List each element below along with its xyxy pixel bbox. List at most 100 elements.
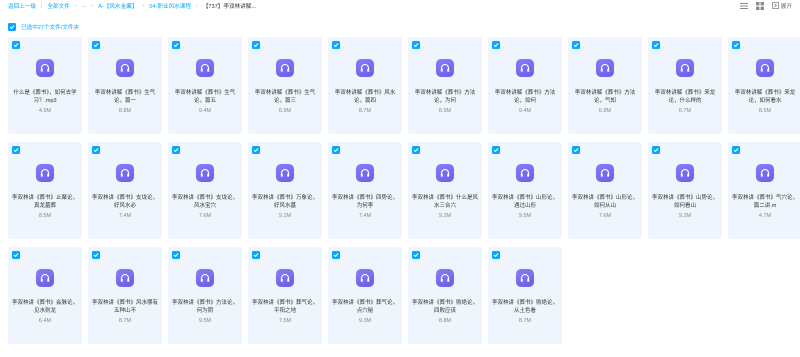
file-name: 李双林讲《葬书》葬气论，点穴秘 <box>332 300 398 314</box>
file-checkbox[interactable] <box>12 146 20 154</box>
file-card[interactable]: 李双林讲《葬书》葬气论，平阳之地 7.5M <box>248 247 322 344</box>
file-checkbox[interactable] <box>412 251 420 259</box>
file-checkbox[interactable] <box>92 146 100 154</box>
file-checkbox[interactable] <box>652 41 660 49</box>
list-view-icon[interactable] <box>739 2 748 10</box>
breadcrumb-level1[interactable]: A-【风水金囊】 <box>98 2 137 10</box>
file-card[interactable]: 李双林讲解《葬书》来龙论，如何看水 8.5M <box>728 37 800 134</box>
file-card[interactable]: 李双林讲解《葬书》方法论，如何 9.4M <box>488 37 562 134</box>
file-size: 8.5M <box>758 108 772 114</box>
file-size: 8.7M <box>518 318 532 324</box>
file-checkbox[interactable] <box>572 41 580 49</box>
file-card[interactable]: 李双林讲《葬书》支垅论，风水宝穴 7.6M <box>168 142 242 239</box>
headphones-icon <box>436 164 454 182</box>
headphones-icon <box>36 59 54 77</box>
file-grid: 什么是《葬书》，如何去学习？.mp3 4.9M 李双林讲解《葬书》生气论，篇一 8.8… <box>8 37 800 357</box>
file-card[interactable]: 李双林讲《葬书》败绝论，四败应该 8.8M <box>408 247 482 344</box>
file-checkbox[interactable] <box>332 251 340 259</box>
file-checkbox[interactable] <box>652 146 660 154</box>
headphones-icon <box>596 164 614 182</box>
breadcrumb-separator: › <box>142 3 145 9</box>
file-card[interactable]: 李双林讲解《葬书》生气论，篇五 9.4M <box>168 37 242 134</box>
file-card[interactable]: 李双林讲解《葬书》来龙论，什么样的 6.7M <box>648 37 722 134</box>
file-checkbox[interactable] <box>732 41 740 49</box>
headphones-icon <box>196 269 214 287</box>
file-card[interactable]: 李双林讲《葬书》山形论，遇过山形 9.5M <box>488 142 562 239</box>
file-name: 李双林讲解《葬书》生气论，篇三 <box>254 90 316 104</box>
file-name: 李双林讲《葬书》四势论，为何李 <box>332 195 398 209</box>
file-card[interactable]: 李双林讲《葬书》止聚论，真龙墓葬 8.5M <box>8 142 82 239</box>
file-card[interactable]: 李双林讲《葬书》风水哪有五种山不 8.7M <box>88 247 162 344</box>
file-card[interactable]: 李双林讲《葬书》败绝论，从土色看 8.7M <box>488 247 562 344</box>
headphones-icon <box>116 164 134 182</box>
file-checkbox[interactable] <box>92 251 100 259</box>
file-card[interactable]: 李双林讲解《葬书》风水论，篇四 8.7M <box>328 37 402 134</box>
file-checkbox[interactable] <box>172 146 180 154</box>
file-name: 李双林讲《葬书》山形论，如何从山 <box>572 195 638 209</box>
breadcrumb-all-files[interactable]: 全部文件 <box>47 2 69 10</box>
file-card[interactable]: 李双林讲解《葬书》生气论，篇一 8.8M <box>88 37 162 134</box>
file-checkbox[interactable] <box>732 146 740 154</box>
file-size: 8.8M <box>118 108 132 114</box>
headphones-icon <box>596 59 614 77</box>
file-checkbox[interactable] <box>92 41 100 49</box>
selection-bar: 已选中27个文件/文件夹 <box>8 23 79 31</box>
view-tools: 展开 <box>739 0 792 12</box>
headphones-icon <box>356 164 374 182</box>
file-card[interactable]: 李双林讲《葬书》山形论，如何从山 7.6M <box>568 142 642 239</box>
file-name: 李双林讲《葬书》败绝论，四败应该 <box>412 300 478 314</box>
file-checkbox[interactable] <box>492 41 500 49</box>
file-checkbox[interactable] <box>332 41 340 49</box>
file-size: 8.9M <box>438 108 452 114</box>
breadcrumb-current: 【737】李双林讲解... <box>202 4 256 10</box>
grid-view-icon[interactable] <box>755 2 764 10</box>
headphones-icon <box>276 269 294 287</box>
file-card[interactable]: 李双林讲《葬书》气穴论，篇二讲.m 4.7M <box>728 142 800 239</box>
file-name: 李双林讲《葬书》葬气论，平阳之地 <box>252 300 318 314</box>
file-checkbox[interactable] <box>252 251 260 259</box>
file-checkbox[interactable] <box>172 251 180 259</box>
file-card[interactable]: 李双林讲《葬书》四势论，为何李 7.4M <box>328 142 402 239</box>
file-card[interactable]: 什么是《葬书》，如何去学习？.mp3 4.9M <box>8 37 82 134</box>
breadcrumb-ellipsis[interactable]: ... <box>82 3 87 9</box>
file-checkbox[interactable] <box>412 41 420 49</box>
file-name: 李双林讲《葬书》方法论，何为阴 <box>172 300 238 314</box>
expand-button[interactable]: 展开 <box>771 1 792 11</box>
file-card[interactable]: 李双林讲《葬书》山势论，如何看山 9.2M <box>648 142 722 239</box>
file-checkbox[interactable] <box>412 146 420 154</box>
file-checkbox[interactable] <box>252 41 260 49</box>
file-checkbox[interactable] <box>12 251 20 259</box>
file-name: 李双林讲解《葬书》方法论，为何 <box>414 90 476 104</box>
file-card[interactable]: 李双林讲《葬书》什么是风水三合六 9.2M <box>408 142 482 239</box>
file-checkbox[interactable] <box>12 41 20 49</box>
file-checkbox[interactable] <box>332 146 340 154</box>
headphones-icon <box>116 269 134 287</box>
file-card[interactable]: 李双林讲《葬书》方法论，何为阴 9.5M <box>168 247 242 344</box>
headphones-icon <box>676 164 694 182</box>
headphones-icon <box>436 59 454 77</box>
breadcrumb-level2[interactable]: 04-职业风水课程 <box>149 2 191 10</box>
headphones-icon <box>116 59 134 77</box>
file-card[interactable]: 李双林讲解《葬书》方法论，气知 6.8M <box>568 37 642 134</box>
file-card[interactable]: 李双林讲《葬书》葬气论，点穴秘 9.3M <box>328 247 402 344</box>
file-checkbox[interactable] <box>492 251 500 259</box>
file-checkbox[interactable] <box>492 146 500 154</box>
file-name: 李双林讲《葬书》什么是风水三合六 <box>412 195 478 209</box>
file-checkbox[interactable] <box>572 146 580 154</box>
select-all-checkbox[interactable] <box>8 23 16 31</box>
file-card[interactable]: 李双林讲解《葬书》生气论，篇三 6.9M <box>248 37 322 134</box>
file-card[interactable]: 李双林讲《葬书》万象论，好风水墓 9.1M <box>248 142 322 239</box>
headphones-icon <box>436 269 454 287</box>
file-size: 4.9M <box>38 108 52 114</box>
file-name: 李双林讲《葬书》山势论，如何看山 <box>652 195 718 209</box>
file-name: 李双林讲《葬书》败绝论，从土色看 <box>492 300 558 314</box>
file-checkbox[interactable] <box>252 146 260 154</box>
back-link[interactable]: 返回上一级 <box>8 2 36 10</box>
file-name: 李双林讲解《葬书》生气论，篇一 <box>94 90 156 104</box>
file-card[interactable]: 李双林讲《葬书》支垅论，好风水必 7.4M <box>88 142 162 239</box>
file-size: 8.5M <box>38 213 52 219</box>
file-checkbox[interactable] <box>172 41 180 49</box>
file-card[interactable]: 李双林讲《葬书》会脉论，见水则龙 6.4M <box>8 247 82 344</box>
file-size: 9.2M <box>678 213 692 219</box>
file-card[interactable]: 李双林讲解《葬书》方法论，为何 8.9M <box>408 37 482 134</box>
